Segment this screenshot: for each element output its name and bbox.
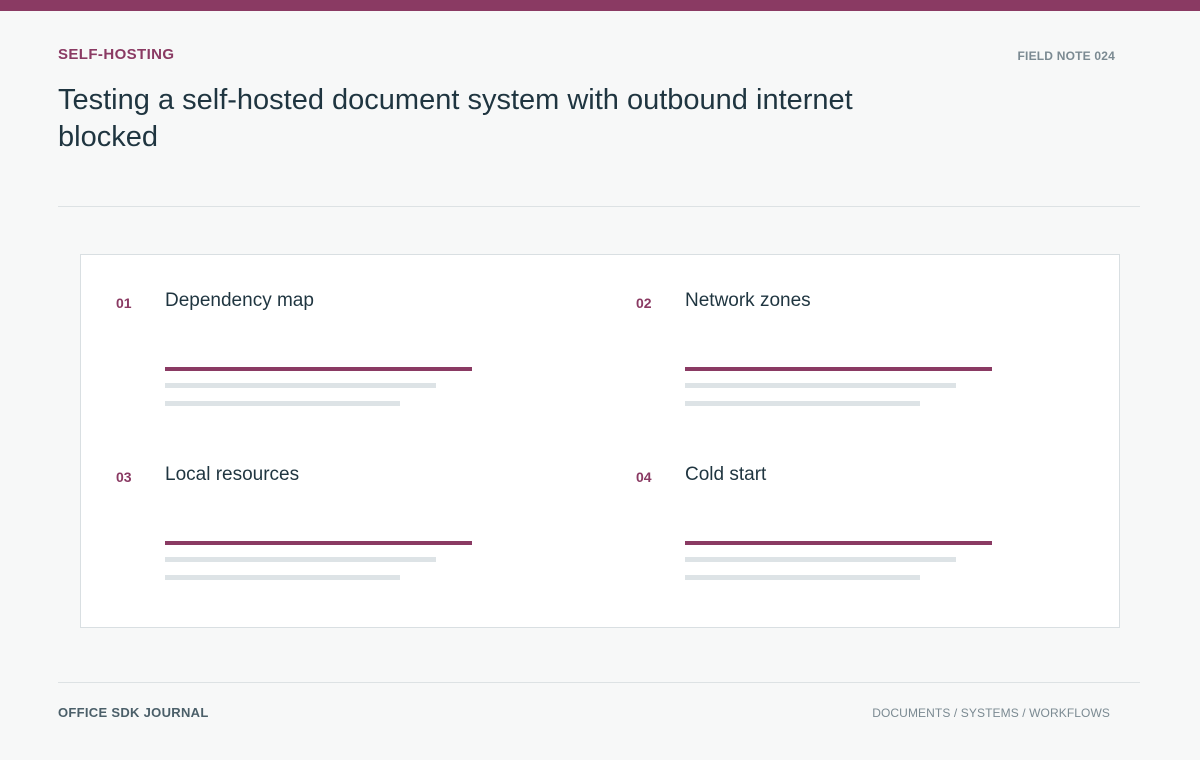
placeholder-line	[685, 383, 956, 388]
accent-line	[685, 367, 992, 371]
accent-line	[165, 367, 472, 371]
topic-item-local-resources: 03 Local resources	[116, 429, 556, 580]
placeholder-line	[685, 401, 920, 406]
topic-title: Cold start	[685, 464, 767, 485]
topic-item-network-zones: 02 Network zones	[636, 255, 1076, 406]
topic-title: Local resources	[165, 464, 300, 485]
placeholder-line	[165, 383, 436, 388]
page: SELF-HOSTING FIELD NOTE 024 Testing a se…	[0, 0, 1200, 760]
topic-number: 04	[636, 469, 652, 485]
accent-line	[165, 541, 472, 545]
topic-number: 03	[116, 469, 132, 485]
placeholder-line	[165, 401, 400, 406]
placeholder-line	[165, 557, 436, 562]
footer-divider	[58, 682, 1140, 683]
footer-brand: OFFICE SDK JOURNAL	[58, 705, 209, 720]
accent-top-bar	[0, 0, 1200, 11]
accent-line	[685, 541, 992, 545]
placeholder-line	[165, 575, 400, 580]
page-title: Testing a self-hosted document system wi…	[58, 84, 853, 153]
topic-number: 02	[636, 295, 652, 311]
category-label: SELF-HOSTING	[58, 46, 175, 63]
topic-title: Network zones	[685, 290, 811, 311]
topics-card: 01 Dependency map 02 Network zones 03 Lo…	[80, 254, 1120, 628]
topic-number: 01	[116, 295, 132, 311]
topic-title: Dependency map	[165, 290, 314, 311]
field-note-label: FIELD NOTE 024	[1017, 49, 1115, 63]
header-divider	[58, 206, 1140, 207]
topic-item-cold-start: 04 Cold start	[636, 429, 1076, 580]
topic-item-dependency-map: 01 Dependency map	[116, 255, 556, 406]
footer-tags: DOCUMENTS / SYSTEMS / WORKFLOWS	[872, 706, 1110, 720]
placeholder-line	[685, 557, 956, 562]
placeholder-line	[685, 575, 920, 580]
